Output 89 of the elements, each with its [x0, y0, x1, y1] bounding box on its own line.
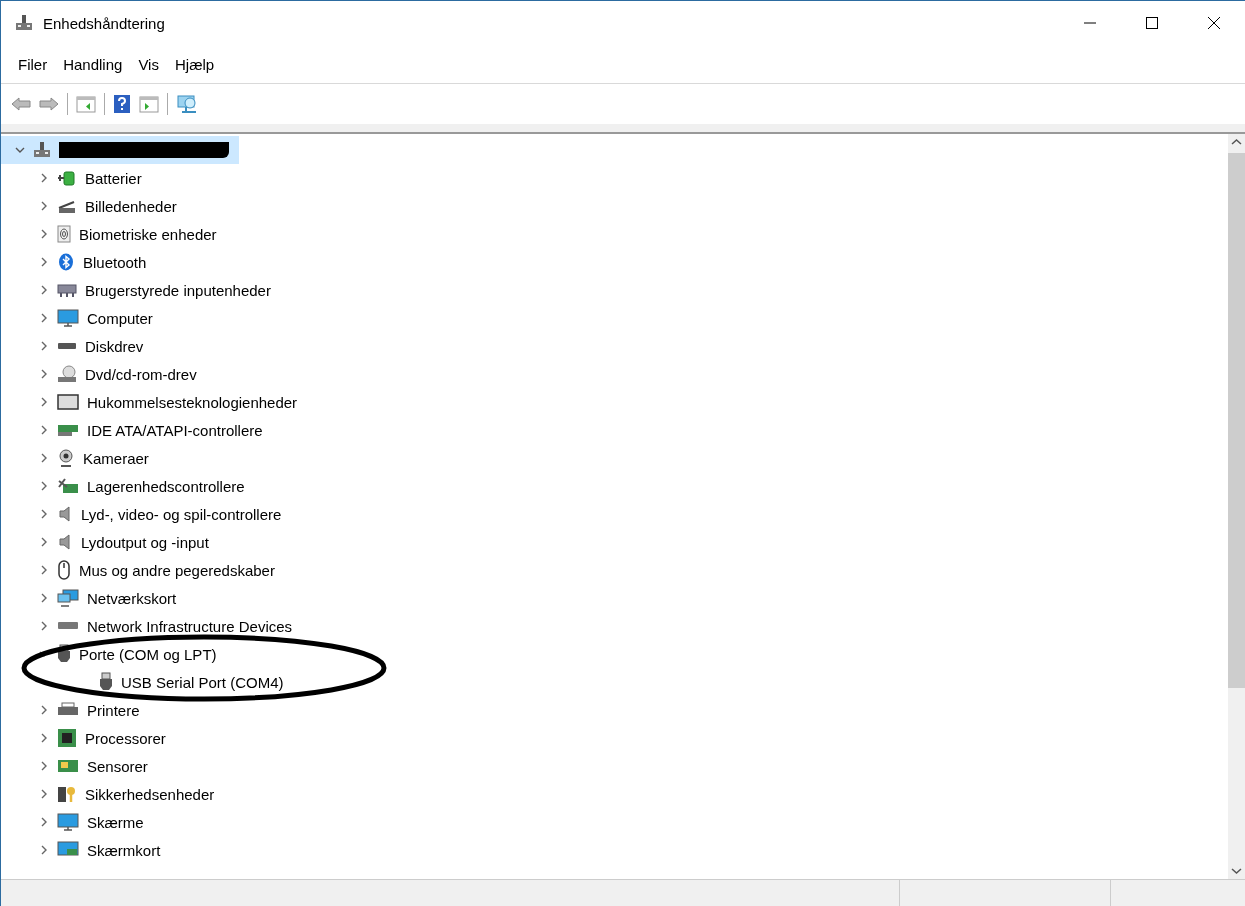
chevron-icon — [39, 565, 49, 575]
tree-item[interactable] — [1, 136, 239, 164]
tree-item[interactable]: Porte (COM og LPT) — [1, 640, 217, 668]
tree-item[interactable]: Bluetooth — [1, 248, 147, 276]
tree-item[interactable]: Skærmkort — [1, 836, 161, 864]
panel-icon[interactable] — [76, 95, 96, 113]
battery-plug-icon — [57, 169, 77, 187]
disk-drive-icon — [57, 341, 77, 351]
monitor-icon — [57, 309, 79, 327]
chevron-icon — [39, 817, 49, 827]
tree-item[interactable]: Network Infrastructure Devices — [1, 612, 293, 640]
speaker-icon — [57, 505, 73, 523]
tree-item[interactable]: Brugerstyrede inputenheder — [1, 276, 271, 304]
chevron-icon — [39, 761, 49, 771]
chevron-icon — [15, 145, 25, 155]
webcam-icon — [57, 449, 75, 467]
chevron-icon — [39, 453, 49, 463]
chevron-icon — [39, 397, 49, 407]
tree-item[interactable]: Lyd-, video- og spil-controllere — [1, 500, 282, 528]
chevron-icon — [39, 313, 49, 323]
scrollbar[interactable] — [1228, 134, 1245, 879]
tree-item[interactable]: Biometriske enheder — [1, 220, 217, 248]
tree-item[interactable]: Computer — [1, 304, 153, 332]
chevron-icon — [39, 481, 49, 491]
menu-item[interactable]: Handling — [55, 55, 131, 73]
chevron-icon — [39, 621, 49, 631]
chevron-icon — [39, 789, 49, 799]
tree-item[interactable]: USB Serial Port (COM4) — [1, 668, 284, 696]
back-arrow-icon[interactable] — [11, 96, 31, 112]
controller-card-icon — [57, 422, 79, 438]
connector-icon — [57, 644, 71, 664]
help-icon[interactable] — [113, 94, 131, 114]
keyboard-icon — [57, 281, 77, 299]
chevron-icon — [39, 201, 49, 211]
processor-icon — [57, 728, 77, 748]
chevron-icon — [39, 705, 49, 715]
tree-item[interactable]: Batterier — [1, 164, 142, 192]
tree-item[interactable]: Skærme — [1, 808, 144, 836]
chevron-icon — [39, 593, 49, 603]
connector-icon — [99, 672, 113, 692]
tree-item[interactable]: Printere — [1, 696, 140, 724]
tree-item[interactable]: Processorer — [1, 724, 166, 752]
maximize-icon — [1145, 16, 1159, 30]
network-monitor-icon — [57, 589, 79, 607]
menu-item[interactable]: Filer — [10, 55, 56, 73]
chevron-icon — [39, 733, 49, 743]
chevron-icon — [39, 173, 49, 183]
chevron-icon — [39, 369, 49, 379]
chevron-icon — [39, 341, 49, 351]
fingerprint-icon — [57, 225, 71, 243]
tree-item[interactable]: Dvd/cd-rom-drev — [1, 360, 197, 388]
tree-item[interactable]: Diskdrev — [1, 332, 144, 360]
tree-item[interactable]: Mus og andre pegeredskaber — [1, 556, 275, 584]
monitor-icon — [57, 813, 79, 831]
tree-item[interactable]: Billedenheder — [1, 192, 177, 220]
chevron-icon — [39, 509, 49, 519]
key-icon — [57, 784, 77, 804]
chevron-icon — [39, 845, 49, 855]
tree-item[interactable]: Lagerenhedscontrollere — [1, 472, 245, 500]
tree-item[interactable]: Kameraer — [1, 444, 149, 472]
tree-item[interactable]: Sensorer — [1, 752, 148, 780]
storage-controller-icon — [57, 477, 79, 495]
tree-item[interactable]: Sikkerhedsenheder — [1, 780, 215, 808]
forward-arrow-icon[interactable] — [39, 96, 59, 112]
scroll-thumb[interactable] — [1228, 153, 1245, 688]
computer-tree-icon — [33, 141, 51, 159]
chevron-icon — [39, 229, 49, 239]
window-title: Enhedshåndtering — [43, 14, 165, 32]
bluetooth-icon — [57, 253, 75, 271]
tree-item[interactable]: Hukommelsesteknologienheder — [1, 388, 298, 416]
tree-item[interactable]: Lydoutput og -input — [1, 528, 209, 556]
optical-drive-icon — [57, 365, 77, 383]
network-device-icon — [57, 620, 79, 632]
display-adapter-icon — [57, 841, 79, 859]
menu-item[interactable]: Hjælp — [166, 55, 223, 73]
close-icon — [1207, 16, 1221, 30]
chevron-icon — [39, 257, 49, 267]
computer-tree-icon — [15, 14, 33, 32]
tree-item[interactable]: IDE ATA/ATAPI-controllere — [1, 416, 263, 444]
chevron-icon — [39, 537, 49, 547]
menu-item[interactable]: Vis — [130, 55, 167, 73]
speaker-icon — [57, 533, 73, 551]
chevron-icon — [39, 425, 49, 435]
memory-icon — [57, 393, 79, 411]
panel-icon[interactable] — [139, 95, 159, 113]
mouse-icon — [57, 560, 71, 580]
tree-item[interactable]: Netværkskort — [1, 584, 177, 612]
sensor-icon — [57, 758, 79, 774]
chevron-icon — [39, 285, 49, 295]
